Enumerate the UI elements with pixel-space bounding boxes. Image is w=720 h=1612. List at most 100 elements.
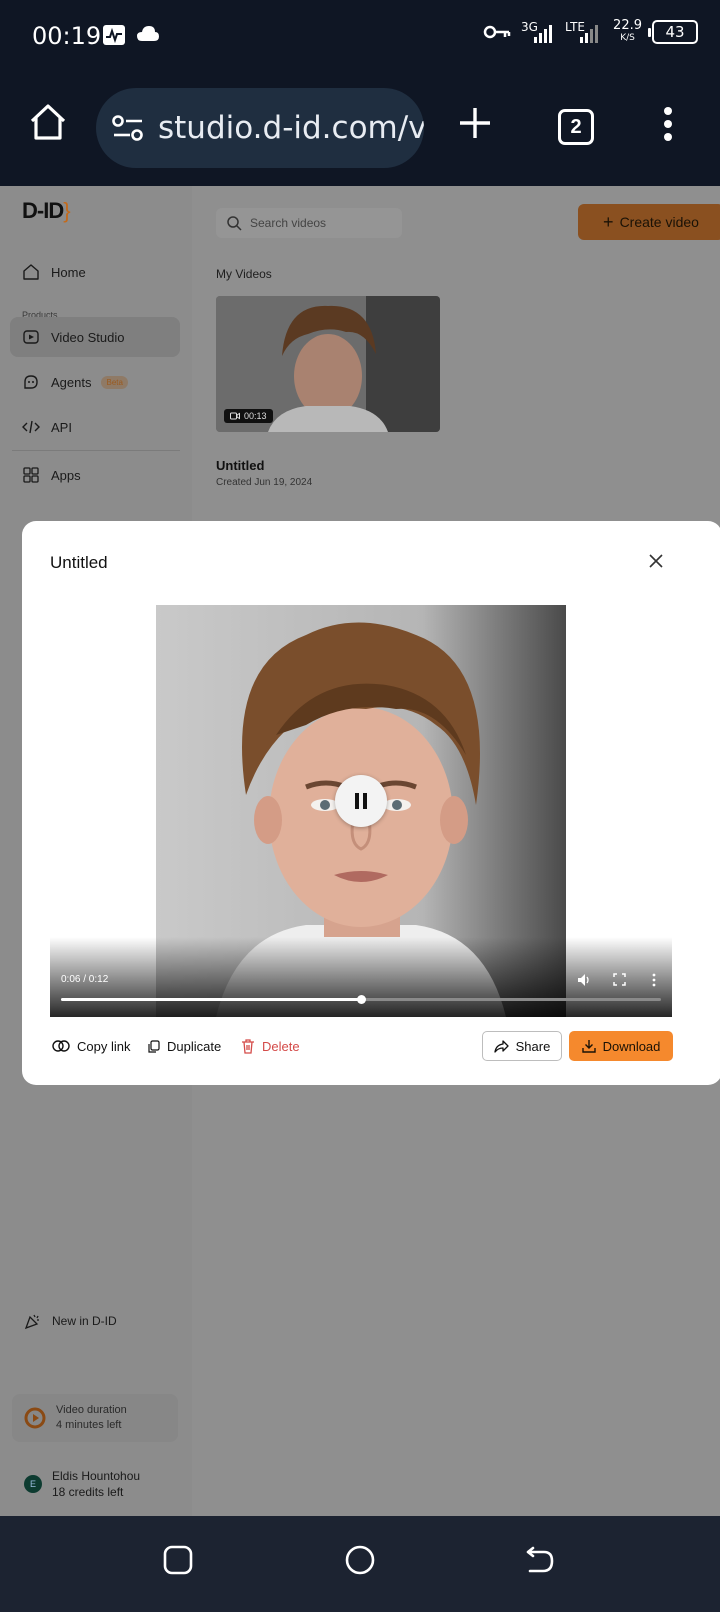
new-in-did[interactable]: New in D-ID bbox=[24, 1312, 117, 1330]
download-label: Download bbox=[602, 1038, 661, 1054]
status-right: 3G LTE 22.9 K/S 43 bbox=[483, 18, 698, 44]
site-settings-icon[interactable] bbox=[112, 114, 144, 142]
sidebar-item-label: Video Studio bbox=[51, 329, 125, 345]
beta-badge: Beta bbox=[101, 375, 128, 389]
my-videos-heading: My Videos bbox=[216, 267, 272, 281]
user-account[interactable]: E Eldis Hountohou 18 credits left bbox=[24, 1468, 140, 1500]
home-icon[interactable] bbox=[28, 102, 68, 142]
more-options-icon[interactable] bbox=[651, 973, 657, 987]
pause-button[interactable] bbox=[335, 775, 387, 827]
network-speed: 22.9 K/S bbox=[613, 18, 642, 44]
url-text: studio.d-id.com/v bbox=[158, 110, 424, 146]
code-icon bbox=[22, 420, 40, 434]
share-label: Share bbox=[515, 1038, 551, 1054]
cloud-icon bbox=[137, 26, 159, 41]
sidebar-item-video-studio[interactable]: Video Studio bbox=[10, 317, 180, 357]
sidebar-item-label: Home bbox=[51, 264, 86, 280]
logo-text: D-ID bbox=[22, 198, 64, 223]
video-thumbnail[interactable]: 00:13 bbox=[216, 296, 440, 432]
signal-bars-icon bbox=[580, 25, 599, 43]
video-duration-title: Video duration bbox=[56, 1404, 127, 1416]
search-placeholder: Search videos bbox=[250, 216, 327, 230]
progress-bar[interactable] bbox=[61, 995, 661, 1004]
activity-icon bbox=[103, 25, 125, 45]
create-video-button[interactable]: + Create video bbox=[578, 204, 720, 240]
duplicate-label: Duplicate bbox=[167, 1038, 222, 1054]
fullscreen-icon[interactable] bbox=[613, 973, 626, 986]
video-studio-icon bbox=[23, 330, 39, 344]
tab-count: 2 bbox=[570, 115, 582, 138]
sidebar-item-agents[interactable]: Agents Beta bbox=[10, 362, 180, 402]
signal-bars-icon bbox=[534, 25, 553, 43]
more-menu-icon[interactable] bbox=[662, 106, 674, 142]
trash-icon bbox=[242, 1038, 254, 1054]
signal-lte: LTE bbox=[565, 20, 603, 44]
apps-grid-icon bbox=[23, 467, 39, 483]
play-circle-icon bbox=[24, 1407, 46, 1429]
battery-icon: 43 bbox=[648, 20, 698, 44]
progress-handle[interactable] bbox=[357, 995, 366, 1004]
video-duration-sub: 4 minutes left bbox=[56, 1419, 122, 1431]
browser-toolbar: studio.d-id.com/v 2 bbox=[0, 72, 720, 186]
sidebar-item-api[interactable]: API bbox=[10, 407, 180, 447]
status-time: 00:19 bbox=[32, 22, 102, 50]
logo[interactable]: D-ID} bbox=[22, 198, 71, 224]
vpn-key-icon bbox=[483, 25, 511, 39]
download-icon bbox=[581, 1040, 596, 1053]
status-bar: 00:19 3G LTE 22.9 K/S 43 bbox=[0, 0, 720, 72]
download-button[interactable]: Download bbox=[569, 1031, 673, 1061]
search-icon bbox=[227, 216, 242, 231]
progress-fill bbox=[61, 998, 361, 1001]
address-bar[interactable]: studio.d-id.com/v bbox=[96, 88, 424, 168]
home-icon bbox=[23, 264, 39, 280]
speed-value: 22.9 bbox=[613, 18, 642, 33]
avatar: E bbox=[24, 1475, 42, 1493]
video-card-date: Created Jun 19, 2024 bbox=[216, 477, 313, 488]
duration-text: 00:13 bbox=[244, 411, 267, 421]
copy-link-button[interactable]: Copy link bbox=[52, 1031, 130, 1061]
playback-time: 0:06 / 0:12 bbox=[61, 974, 109, 985]
battery-level: 43 bbox=[665, 23, 685, 41]
tab-switcher-button[interactable]: 2 bbox=[558, 109, 594, 145]
sidebar-item-label: API bbox=[51, 419, 72, 435]
delete-label: Delete bbox=[262, 1038, 300, 1054]
delete-button[interactable]: Delete bbox=[241, 1031, 300, 1061]
video-card-title[interactable]: Untitled bbox=[216, 458, 264, 473]
pause-icon bbox=[355, 793, 367, 809]
share-icon bbox=[493, 1039, 509, 1053]
speed-unit: K/S bbox=[620, 33, 635, 43]
new-label: New in D-ID bbox=[52, 1314, 117, 1328]
modal-actions: Copy link Duplicate Delete Share Downloa… bbox=[50, 1031, 673, 1061]
close-icon[interactable] bbox=[648, 553, 664, 569]
new-tab-icon[interactable] bbox=[458, 106, 492, 140]
video-player[interactable]: 0:06 / 0:12 bbox=[50, 605, 672, 1017]
sidebar-item-home[interactable]: Home bbox=[10, 252, 180, 292]
signal-3g: 3G bbox=[521, 20, 555, 44]
user-credits: 18 credits left bbox=[52, 1485, 124, 1499]
sidebar-item-label: Apps bbox=[51, 467, 81, 483]
video-camera-icon bbox=[230, 412, 240, 420]
back-icon[interactable] bbox=[524, 1544, 556, 1576]
user-name: Eldis Hountohou bbox=[52, 1469, 141, 1483]
sidebar-item-apps[interactable]: Apps bbox=[10, 455, 180, 495]
duplicate-button[interactable]: Duplicate bbox=[148, 1031, 221, 1061]
video-duration-box[interactable]: Video duration 4 minutes left bbox=[12, 1394, 178, 1442]
video-modal: Untitled 0:06 / 0:12 Copy link Duplicate… bbox=[22, 521, 720, 1085]
duplicate-icon bbox=[148, 1039, 160, 1053]
system-nav-bar bbox=[0, 1516, 720, 1612]
share-button[interactable]: Share bbox=[482, 1031, 562, 1061]
duration-badge: 00:13 bbox=[224, 409, 273, 423]
create-video-label: Create video bbox=[619, 214, 699, 230]
plus-icon: + bbox=[603, 211, 614, 232]
copy-link-label: Copy link bbox=[77, 1038, 131, 1054]
home-button-icon[interactable] bbox=[344, 1544, 376, 1576]
search-input[interactable]: Search videos bbox=[216, 208, 402, 238]
recents-icon[interactable] bbox=[162, 1544, 194, 1576]
party-icon bbox=[24, 1314, 39, 1330]
modal-title: Untitled bbox=[50, 553, 108, 572]
divider bbox=[12, 450, 180, 451]
volume-icon[interactable] bbox=[577, 973, 591, 987]
sidebar-item-label: Agents bbox=[51, 374, 92, 390]
link-icon bbox=[52, 1040, 70, 1052]
agents-icon bbox=[24, 375, 38, 389]
